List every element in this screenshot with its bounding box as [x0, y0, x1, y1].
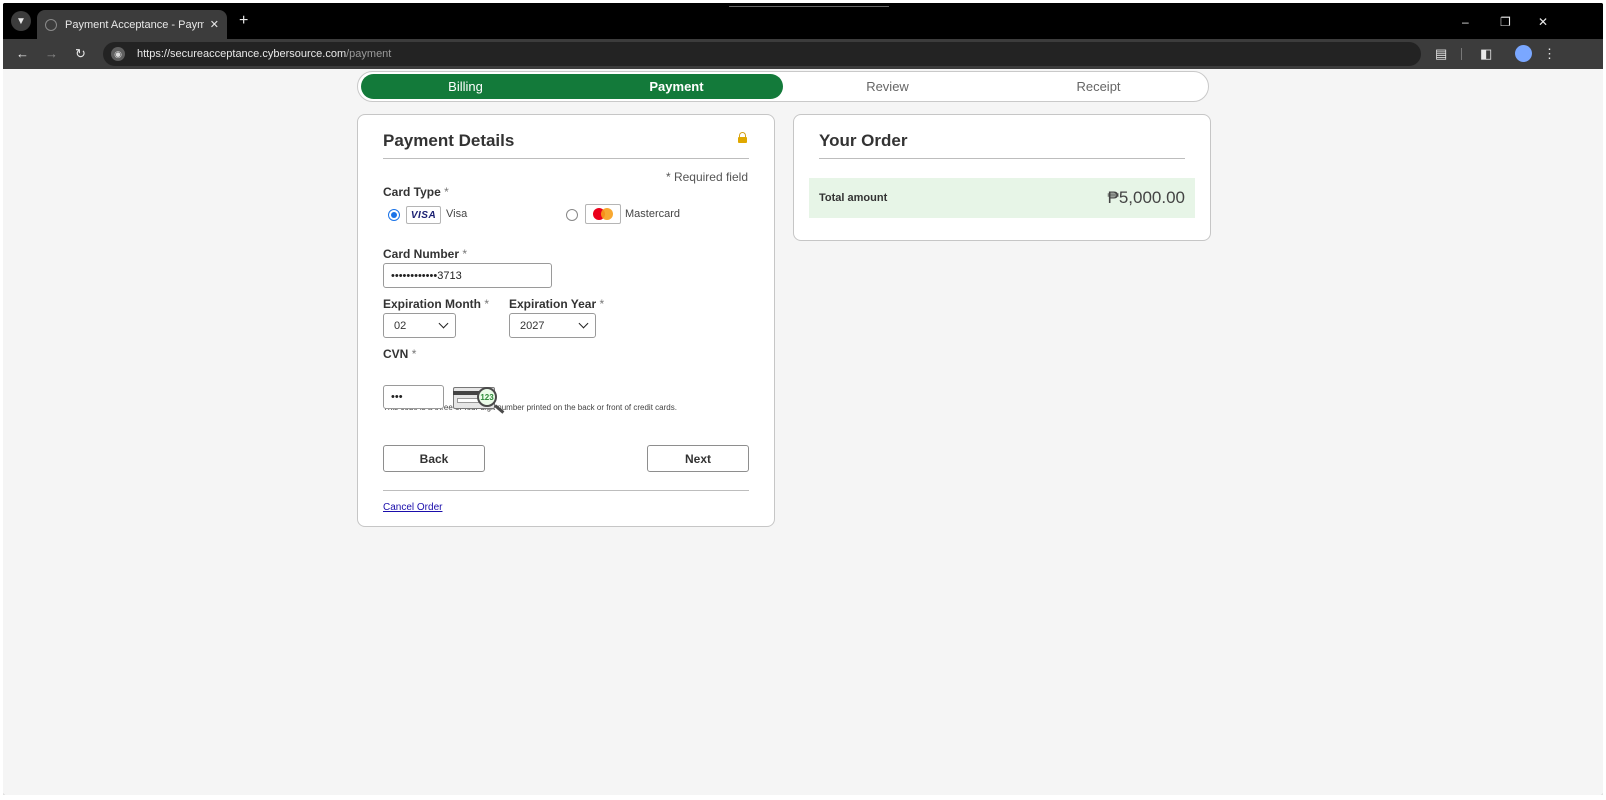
extensions-button[interactable]: ▤	[1435, 46, 1447, 62]
expiration-year-select[interactable]: 2027	[509, 313, 596, 338]
cvn-input[interactable]: •••	[383, 385, 444, 409]
step-review: Review	[866, 79, 909, 94]
card-number-label: Card Number *	[383, 247, 468, 261]
restore-button[interactable]: ❐	[1500, 15, 1511, 29]
more-vertical-icon: ⋮	[1543, 46, 1556, 61]
payment-details-card: Payment Details * Required field Card Ty…	[357, 114, 775, 527]
plus-icon: +	[239, 12, 249, 29]
progress-steps: Billing Payment Review Receipt	[357, 71, 1209, 102]
required-field-note: * Required field	[665, 170, 748, 184]
browser-toolbar: ← → ↻ ◉ https://secureacceptance.cyberso…	[3, 39, 1603, 69]
visa-label[interactable]: Visa	[446, 208, 467, 220]
minimize-button[interactable]: –	[1462, 15, 1469, 29]
url-path: /payment	[346, 48, 392, 60]
order-title: Your Order	[819, 131, 908, 150]
profile-avatar-icon[interactable]	[1515, 45, 1532, 62]
menu-button[interactable]: ⋮	[1543, 46, 1556, 62]
globe-icon	[45, 18, 57, 31]
expiration-year-label: Expiration Year *	[509, 297, 605, 311]
reload-icon: ↻	[75, 46, 86, 61]
step-receipt: Receipt	[1076, 79, 1121, 94]
chevron-down-icon	[438, 318, 449, 329]
lock-icon	[738, 132, 747, 143]
back-nav-button[interactable]: ←	[16, 46, 29, 62]
cvn-label: CVN *	[383, 347, 417, 361]
close-icon[interactable]: ✕	[210, 18, 219, 31]
browser-tab[interactable]: Payment Acceptance - Payment ✕	[37, 10, 227, 39]
new-tab-button[interactable]: +	[239, 13, 248, 29]
total-amount-row: Total amount ₱5,000.00	[809, 178, 1195, 218]
url-host: https://secureacceptance.cybersource.com	[137, 48, 347, 60]
order-summary-card: Your Order Total amount ₱5,000.00	[793, 114, 1211, 241]
reload-button[interactable]: ↻	[75, 46, 86, 62]
visa-radio[interactable]	[388, 209, 400, 221]
mastercard-radio[interactable]	[566, 209, 578, 221]
address-bar[interactable]: ◉ https://secureacceptance.cybersource.c…	[103, 42, 1421, 66]
mastercard-label[interactable]: Mastercard	[625, 208, 680, 220]
tab-strip: ▼ Payment Acceptance - Payment ✕ + – ❐ ✕	[3, 3, 1603, 39]
visa-logo: VISA	[406, 206, 441, 224]
restore-icon: ❐	[1500, 15, 1511, 29]
side-panel-button[interactable]: ◧	[1480, 46, 1492, 62]
close-icon: ✕	[1538, 15, 1549, 29]
browser-window: ▼ Payment Acceptance - Payment ✕ + – ❐ ✕…	[3, 3, 1603, 795]
order-title-divider	[819, 158, 1185, 159]
tab-search-button[interactable]: ▼	[11, 11, 31, 31]
tab-strip-indicator	[729, 6, 889, 7]
back-button[interactable]: Back	[383, 445, 485, 472]
total-amount-label: Total amount	[819, 192, 888, 204]
next-button[interactable]: Next	[647, 445, 749, 472]
cvn-card-magnifier-icon: 123	[453, 385, 509, 414]
close-window-button[interactable]: ✕	[1538, 15, 1548, 29]
title-divider	[383, 158, 749, 159]
side-panel-icon: ◧	[1480, 46, 1493, 61]
card-type-label: Card Type *	[383, 185, 449, 199]
footer-divider	[383, 490, 749, 491]
site-info-icon[interactable]: ◉	[111, 47, 125, 61]
tab-title: Payment Acceptance - Payment	[65, 18, 204, 31]
forward-nav-button[interactable]: →	[45, 46, 58, 62]
puzzle-icon: ▤	[1435, 46, 1448, 61]
step-payment: Payment	[649, 79, 704, 94]
chevron-down-icon: ▼	[16, 15, 26, 27]
payment-details-title: Payment Details	[383, 131, 515, 150]
toolbar-divider	[1461, 48, 1462, 60]
total-amount-value: ₱5,000.00	[1107, 188, 1185, 207]
chevron-down-icon	[578, 318, 589, 329]
expiration-month-label: Expiration Month *	[383, 297, 490, 311]
minimize-icon: –	[1462, 15, 1469, 29]
expiration-month-select[interactable]: 02	[383, 313, 456, 338]
step-billing: Billing	[448, 79, 483, 94]
mastercard-logo-icon	[585, 204, 621, 224]
arrow-left-icon: ←	[16, 46, 29, 61]
arrow-right-icon: →	[45, 46, 58, 61]
page-viewport: Billing Payment Review Receipt Payment D…	[3, 69, 1603, 795]
card-number-input[interactable]: ••••••••••••3713	[383, 263, 552, 288]
cancel-order-link[interactable]: Cancel Order	[383, 502, 442, 513]
